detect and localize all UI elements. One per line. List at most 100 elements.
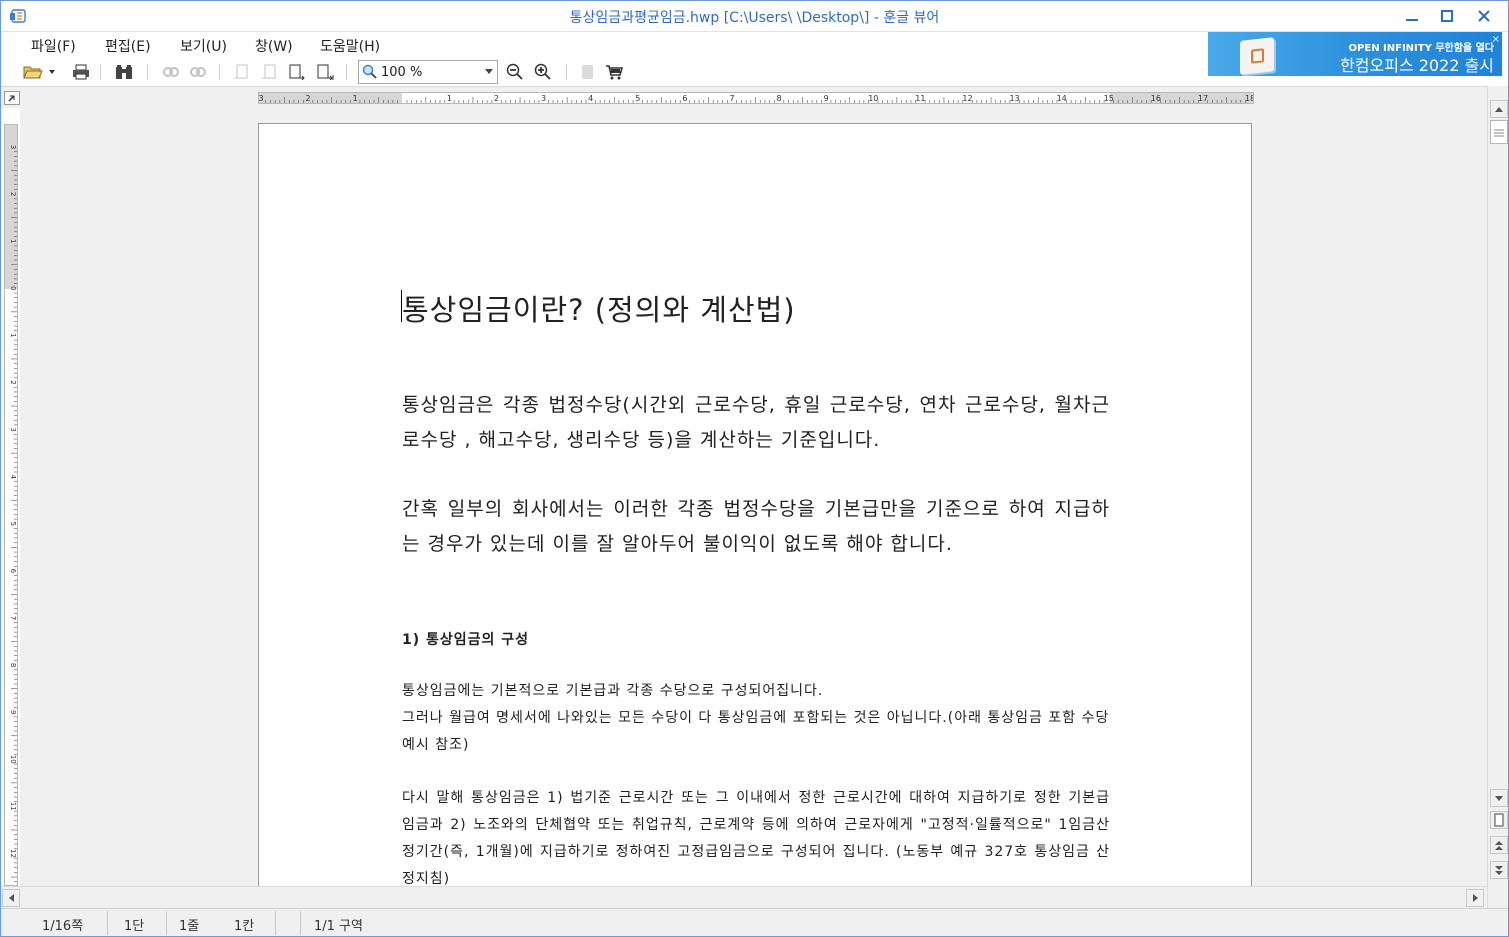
next-page-icon — [289, 64, 305, 80]
status-bar: 1/16쪽 1단 1줄 1칸 1/1 구역 — [0, 908, 1509, 937]
menu-window[interactable]: 창(W) — [255, 36, 293, 56]
link-right-icon — [190, 67, 206, 77]
maximize-icon — [1441, 10, 1453, 22]
zoom-in-icon — [534, 63, 551, 80]
minimize-button[interactable] — [1393, 0, 1431, 32]
ruler-label: 4 — [9, 474, 17, 479]
ruler-label: 17 — [1198, 94, 1208, 103]
close-button[interactable] — [1465, 0, 1503, 32]
page-view-button[interactable] — [1490, 811, 1508, 829]
window-title: 통상임금과평균임금.hwp [C:\Users\ \Desktop\] - 훈글… — [569, 10, 940, 26]
vertical-ruler[interactable]: 3 2 1 0 1 2 3 4 5 6 7 8 9 10 11 12 — [4, 124, 18, 886]
menu-help[interactable]: 도움말(H) — [320, 36, 380, 56]
print-icon — [73, 64, 89, 80]
ruler-label: 2 — [306, 94, 311, 103]
status-section: 1/1 구역 — [314, 919, 363, 934]
ruler-label: 3 — [541, 94, 546, 103]
scroll-right-button[interactable] — [1466, 889, 1484, 907]
paragraph-warning: 간혹 일부의 회사에서는 이러한 각종 법정수당을 기본급만을 기준으로 하여 … — [402, 498, 1110, 555]
paragraph-composition-line2: 그러나 월급여 명세서에 나와있는 모든 수당이 다 통상임금에 포함되는 것은… — [402, 710, 1110, 753]
document-title: 통상임금이란? (정의와 계산법) — [402, 293, 796, 327]
paragraph-intro: 통상임금은 각종 법정수당(시간외 근로수당, 휴일 근로수당, 연차 근로수당… — [402, 394, 1110, 451]
maximize-button[interactable] — [1428, 0, 1466, 32]
ruler-label: 1 — [9, 239, 17, 243]
ruler-label: 7 — [729, 94, 734, 103]
horizontal-ruler-ticks: 3 2 1 1 2 3 4 5 6 7 8 9 10 11 12 13 14 15 16 17 18 — [259, 94, 1253, 103]
double-arrow-up-icon — [1495, 840, 1503, 850]
ruler-label: 11 — [915, 94, 925, 103]
menu-edit[interactable]: 편집(E) — [105, 36, 151, 56]
scroll-thumb[interactable] — [1490, 120, 1508, 144]
zoom-in-button[interactable] — [532, 61, 554, 83]
ruler-label: 3 — [259, 94, 264, 103]
first-page-button[interactable] — [230, 61, 252, 83]
first-page-icon — [234, 64, 248, 79]
ruler-label: 9 — [9, 710, 17, 714]
double-arrow-down-icon — [1495, 865, 1503, 875]
section-heading: 1) 통상임금의 구성 — [402, 632, 530, 648]
previous-page-scroll-button[interactable] — [1490, 836, 1508, 854]
ruler-label: 8 — [9, 663, 17, 667]
minimize-icon — [1406, 19, 1418, 21]
banner-close-icon[interactable]: × — [1492, 34, 1500, 45]
open-button[interactable] — [22, 61, 44, 83]
arrow-left-icon — [8, 894, 14, 902]
previous-page-button[interactable] — [258, 61, 280, 83]
ruler-label: 2 — [9, 380, 17, 384]
toolbar — [0, 58, 1208, 86]
ruler-label: 2 — [494, 94, 499, 103]
next-change-button[interactable] — [187, 61, 209, 83]
horizontal-ruler[interactable]: 3 2 1 1 2 3 4 5 6 7 8 9 10 11 12 13 14 15 16 17 18 — [258, 92, 1254, 104]
paragraph-composition-line1: 통상임금에는 기본적으로 기본급과 각종 수당으로 구성되어집니다. — [402, 683, 824, 699]
grip-icon — [1494, 129, 1504, 137]
zoom-out-icon — [506, 63, 523, 80]
status-page: 1/16쪽 — [42, 919, 84, 934]
next-page-button[interactable] — [286, 61, 308, 83]
horizontal-scrollbar[interactable] — [0, 886, 1487, 908]
ruler-label: 3 — [9, 145, 17, 149]
last-page-button[interactable] — [314, 61, 336, 83]
ruler-label: 10 — [868, 94, 878, 103]
ruler-label: 1 — [9, 333, 17, 337]
link-left-icon — [163, 67, 179, 77]
ruler-label: 5 — [9, 522, 17, 526]
zoom-select[interactable]: 100 % — [358, 60, 498, 84]
status-column: 1단 — [124, 919, 145, 934]
scroll-left-button[interactable] — [2, 889, 20, 907]
zoom-out-button[interactable] — [504, 61, 526, 83]
find-icon — [116, 65, 132, 79]
scroll-up-button[interactable] — [1490, 100, 1508, 118]
ruler-label: 1 — [353, 94, 358, 103]
ruler-label: 4 — [588, 94, 593, 103]
open-dropdown[interactable] — [46, 61, 58, 83]
ruler-label: 1 — [447, 94, 452, 103]
ruler-label: 12 — [9, 849, 17, 858]
ruler-toggle-button[interactable] — [4, 91, 20, 105]
arrow-right-icon — [1472, 894, 1478, 902]
print-button[interactable] — [70, 61, 92, 83]
chevron-down-icon[interactable] — [485, 69, 493, 74]
last-page-icon — [317, 64, 334, 80]
previous-change-button[interactable] — [160, 61, 182, 83]
edit-document-button[interactable] — [577, 61, 599, 83]
hancom-office-banner[interactable]: OPEN INFINITY 무한함을 열다 한컴오피스 2022 출시 × — [1208, 32, 1502, 76]
ruler-label: 12 — [962, 94, 972, 103]
scroll-down-button[interactable] — [1490, 789, 1508, 807]
open-folder-icon — [23, 66, 43, 79]
next-page-scroll-button[interactable] — [1490, 861, 1508, 879]
ruler-label: 3 — [9, 427, 17, 431]
arrow-down-icon — [1495, 795, 1503, 801]
shop-button[interactable] — [603, 61, 625, 83]
vertical-scrollbar[interactable] — [1487, 86, 1509, 908]
document-workspace[interactable]: 통상임금이란? (정의와 계산법) 통상임금은 각종 법정수당(시간외 근로수당… — [20, 108, 1487, 886]
hancom-logo-icon — [1240, 37, 1274, 75]
ruler-label: 5 — [635, 94, 640, 103]
menu-view[interactable]: 보기(U) — [180, 36, 227, 56]
ruler-label: 0 — [9, 286, 17, 290]
find-button[interactable] — [113, 61, 135, 83]
ruler-label: 7 — [9, 616, 17, 620]
document-page[interactable]: 통상임금이란? (정의와 계산법) 통상임금은 각종 법정수당(시간외 근로수당… — [258, 123, 1252, 886]
document-edit-icon — [582, 65, 593, 79]
magnifier-icon — [362, 64, 377, 79]
menu-file[interactable]: 파일(F) — [31, 36, 76, 56]
